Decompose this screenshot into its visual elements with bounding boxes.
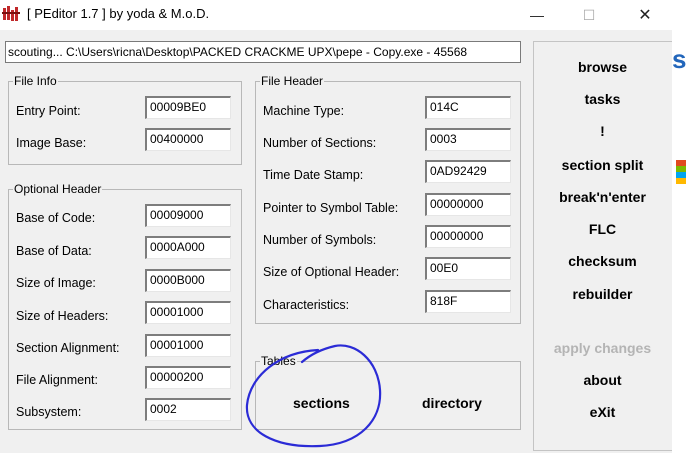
background-window: s	[672, 0, 686, 453]
annotation-circle	[245, 344, 382, 448]
peditor-window: [ PEditor 1.7 ] by yoda & M.o.D. — ☐ ✕ s…	[0, 0, 672, 453]
windows-logo-yellow	[676, 178, 686, 184]
background-letter: s	[672, 44, 686, 74]
